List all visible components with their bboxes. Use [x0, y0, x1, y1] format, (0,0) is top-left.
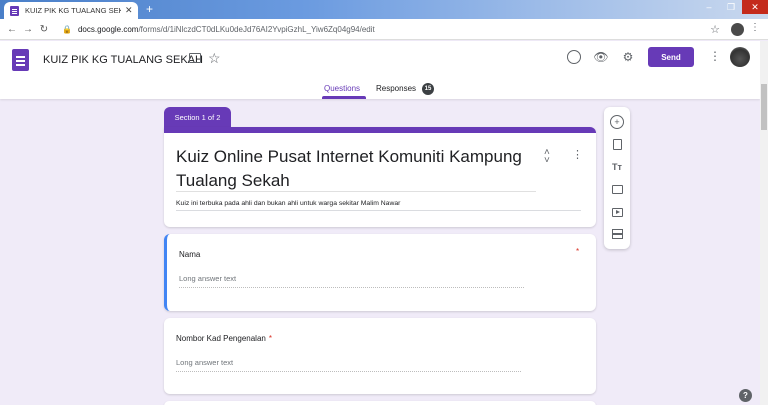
back-icon[interactable]: ← — [4, 24, 20, 35]
page-scrollbar[interactable] — [760, 41, 768, 405]
question-card-ic[interactable]: Nombor Kad Pengenalan * Long answer text — [164, 318, 596, 394]
account-avatar[interactable] — [730, 47, 750, 67]
window-close-button[interactable]: ✕ — [742, 0, 768, 14]
forward-icon[interactable]: → — [20, 24, 36, 35]
more-options-icon[interactable]: ⋮ — [709, 49, 721, 63]
form-description[interactable]: Kuiz ini terbuka pada ahli dan bukan ahl… — [176, 200, 400, 207]
question-label: Nama — [179, 250, 201, 259]
browser-tab[interactable]: KUIZ PIK KG TUALANG SEKAH - ✕ — [4, 2, 138, 19]
tab-close-icon[interactable]: ✕ — [125, 5, 133, 16]
preview-eye-icon[interactable]: 👁 — [593, 50, 608, 64]
add-video-icon[interactable] — [610, 205, 624, 219]
question-toolbar: + Tт — [604, 107, 630, 249]
send-button[interactable]: Send — [648, 47, 694, 67]
url-field[interactable]: docs.google.com/forms/d/1iNlczdCT0dLKu0d… — [78, 25, 375, 34]
required-star: * — [268, 334, 272, 343]
bookmark-star-icon[interactable]: ☆ — [710, 23, 720, 36]
browser-menu-icon[interactable]: ⋮ — [750, 22, 760, 33]
question-card-next[interactable] — [164, 401, 596, 405]
folder-icon[interactable] — [189, 53, 201, 63]
settings-gear-icon[interactable]: ⚙ — [621, 50, 635, 64]
question-label: Nombor Kad Pengenalan * — [176, 334, 272, 343]
active-tab-indicator — [322, 96, 366, 99]
maximize-button[interactable]: ❐ — [720, 0, 742, 14]
add-question-icon[interactable]: + — [610, 115, 624, 129]
add-image-icon[interactable] — [610, 182, 624, 196]
reload-icon[interactable]: ↻ — [36, 24, 52, 35]
tab-responses[interactable]: Responses — [376, 84, 416, 93]
title-divider — [176, 191, 536, 192]
new-tab-button[interactable]: + — [146, 3, 153, 15]
tab-questions[interactable]: Questions — [324, 84, 360, 93]
responses-count-badge: 15 — [422, 83, 434, 95]
forms-favicon-icon — [10, 5, 19, 16]
address-bar: ← → ↻ 🔒 docs.google.com/forms/d/1iNlczdC… — [0, 19, 768, 40]
scrollbar-thumb[interactable] — [761, 84, 767, 130]
description-underline — [176, 210, 581, 211]
question-card-nama[interactable]: Nama * Long answer text — [164, 234, 596, 311]
collapse-section-icon[interactable]: ˄ ˅ — [544, 148, 550, 166]
url-path: /forms/d/1iNlczdCT0dLKu0deJd76AI2YvpiGzh… — [138, 24, 375, 34]
star-icon[interactable]: ☆ — [208, 50, 221, 67]
long-answer-field: Long answer text — [179, 274, 524, 288]
form-title-card[interactable]: Kuiz Online Pusat Internet Komuniti Kamp… — [164, 127, 596, 227]
section-label: Section 1 of 2 — [164, 107, 231, 128]
add-section-icon[interactable] — [610, 227, 624, 241]
form-title[interactable]: Kuiz Online Pusat Internet Komuniti Kamp… — [176, 145, 526, 193]
forms-header: KUIZ PIK KG TUALANG SEKAH ☆ 👁 ⚙ Send ⋮ Q… — [0, 41, 760, 99]
form-doc-title[interactable]: KUIZ PIK KG TUALANG SEKAH — [43, 54, 203, 66]
window-controls: – ❐ ✕ — [698, 0, 768, 14]
section-more-icon[interactable]: ⋮ — [572, 148, 583, 161]
help-icon[interactable]: ? — [739, 389, 752, 402]
minimize-button[interactable]: – — [698, 0, 720, 14]
form-tabs: Questions Responses 15 — [0, 82, 760, 99]
url-host: docs.google.com — [77, 24, 139, 34]
forms-logo-icon[interactable] — [12, 49, 29, 71]
lock-icon: 🔒 — [62, 24, 72, 34]
long-answer-field: Long answer text — [176, 358, 521, 372]
browser-tab-title: KUIZ PIK KG TUALANG SEKAH - — [25, 6, 121, 15]
required-star: * — [576, 247, 580, 256]
import-questions-icon[interactable] — [610, 137, 624, 151]
browser-profile-avatar[interactable] — [731, 23, 744, 36]
add-title-icon[interactable]: Tт — [610, 160, 624, 174]
browser-tabstrip: KUIZ PIK KG TUALANG SEKAH - ✕ + – ❐ ✕ — [0, 0, 768, 19]
palette-icon[interactable] — [567, 50, 581, 64]
question-label-text: Nombor Kad Pengenalan — [176, 334, 266, 343]
